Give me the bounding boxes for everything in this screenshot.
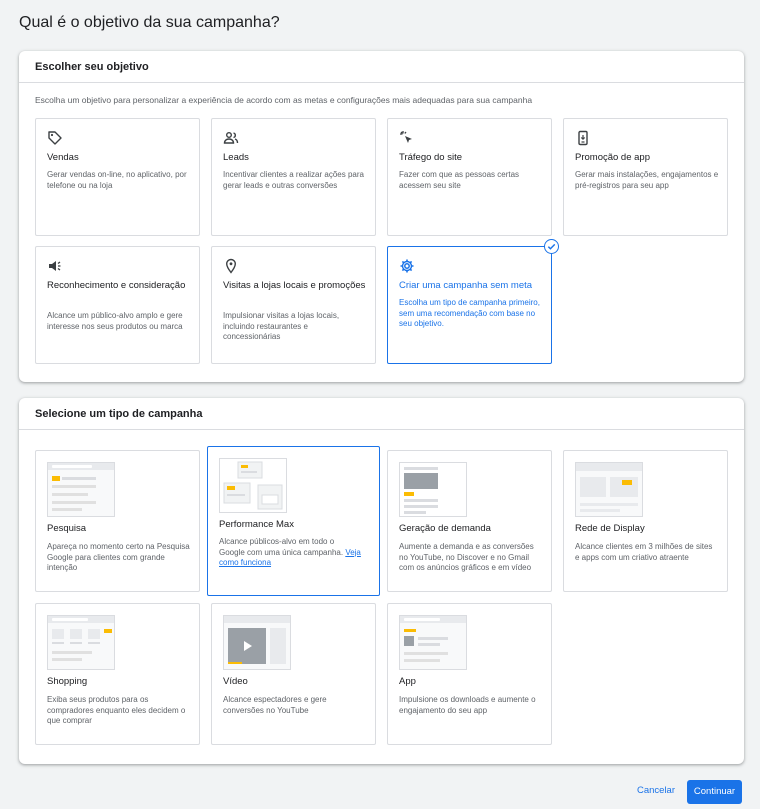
demand-gen-illustration [399,462,467,517]
campaign-card-title: Performance Max [219,519,294,530]
continue-button[interactable]: Continuar [687,780,742,804]
objective-card-title: Visitas a lojas locais e promoções [223,280,366,291]
objective-card-visitas-lojas[interactable]: Visitas a lojas locais e promoções Impul… [211,246,376,364]
objective-card-vendas[interactable]: Vendas Gerar vendas on-line, no aplicati… [35,118,200,236]
location-pin-icon [223,258,239,274]
display-network-illustration [575,462,643,517]
app-illustration [399,615,467,670]
objective-card-title: Vendas [47,152,79,163]
campaign-card-desc: Alcance espectadores e gere conversões n… [223,695,327,715]
objective-card-desc: Gerar mais instalações, engajamentos e p… [575,170,719,190]
campaign-card-performance-max[interactable]: Performance Max Alcance públicos-alvo em… [207,446,380,596]
campaign-card-desc: Impulsione os downloads e aumente o enga… [399,695,536,715]
performance-max-illustration [219,458,287,513]
campaign-card-title: Pesquisa [47,523,87,534]
campaign-card-app[interactable]: App Impulsione os downloads e aumente o … [387,603,552,745]
campaign-card-title: Geração de demanda [399,523,491,534]
objective-card-title: Tráfego do site [399,152,463,163]
objective-panel: Escolher seu objetivo Escolha um objetiv… [19,51,744,382]
campaign-card-desc: Aumente a demanda e as conversões no You… [399,542,534,572]
objective-card-sem-meta[interactable]: Criar uma campanha sem meta Escolha um t… [387,246,552,364]
objective-card-desc: Escolha um tipo de campanha primeiro, se… [399,298,540,328]
campaign-card-video[interactable]: Vídeo Alcance espectadores e gere conver… [211,603,376,745]
objective-card-title: Promoção de app [575,152,650,163]
objective-card-leads[interactable]: Leads Incentivar clientes a realizar açõ… [211,118,376,236]
tag-icon [47,130,63,146]
phone-app-icon [575,130,591,146]
campaign-card-title: Vídeo [223,676,248,687]
objective-card-desc: Impulsionar visitas a lojas locais, incl… [223,311,340,341]
objective-card-desc: Alcance um público-alvo amplo e gere int… [47,311,183,331]
campaign-card-desc: Exiba seus produtos para os compradores … [47,695,186,725]
shopping-illustration [47,615,115,670]
campaign-card-title: Shopping [47,676,88,687]
megaphone-icon [47,258,63,274]
objective-card-promocao-app[interactable]: Promoção de app Gerar mais instalações, … [563,118,728,236]
campaign-card-shopping[interactable]: Shopping Exiba seus produtos para os com… [35,603,200,745]
video-illustration [223,615,291,670]
campaign-type-panel: Selecione um tipo de campanha Pesquisa A… [19,398,744,764]
objective-card-title: Reconhecimento e consideração [47,280,186,291]
campaign-card-geracao-demanda[interactable]: Geração de demanda Aumente a demanda e a… [387,450,552,592]
objective-card-title: Criar uma campanha sem meta [399,280,533,291]
selected-check-icon [544,239,559,254]
gear-icon [399,258,415,274]
campaign-card-pesquisa[interactable]: Pesquisa Apareça no momento certo na Pes… [35,450,200,592]
objective-card-reconhecimento[interactable]: Reconhecimento e consideração Alcance um… [35,246,200,364]
objective-card-trafego[interactable]: Tráfego do site Fazer com que as pessoas… [387,118,552,236]
objective-card-desc: Incentivar clientes a realizar ações par… [223,170,364,190]
campaign-card-title: Rede de Display [575,523,645,534]
objective-card-desc: Fazer com que as pessoas certas acessem … [399,170,520,190]
page-title: Qual é o objetivo da sua campanha? [19,14,280,31]
objective-card-desc: Gerar vendas on-line, no aplicativo, por… [47,170,187,190]
campaign-type-panel-header: Selecione um tipo de campanha [19,398,744,430]
campaign-card-desc-text: Alcance públicos-alvo em todo o Google c… [219,537,344,557]
campaign-card-desc: Alcance clientes em 3 milhões de sites e… [575,542,713,562]
cancel-button[interactable]: Cancelar [631,781,681,801]
campaign-card-desc: Alcance públicos-alvo em todo o Google c… [219,537,361,569]
objective-card-title: Leads [223,152,249,163]
campaign-card-desc: Apareça no momento certo na Pesquisa Goo… [47,542,190,572]
search-campaign-illustration [47,462,115,517]
objective-panel-header: Escolher seu objetivo [19,51,744,83]
campaign-card-title: App [399,676,416,687]
campaign-card-rede-display[interactable]: Rede de Display Alcance clientes em 3 mi… [563,450,728,592]
cursor-click-icon [399,130,415,146]
people-icon [223,130,239,146]
objective-panel-description: Escolha um objetivo para personalizar a … [35,95,533,105]
